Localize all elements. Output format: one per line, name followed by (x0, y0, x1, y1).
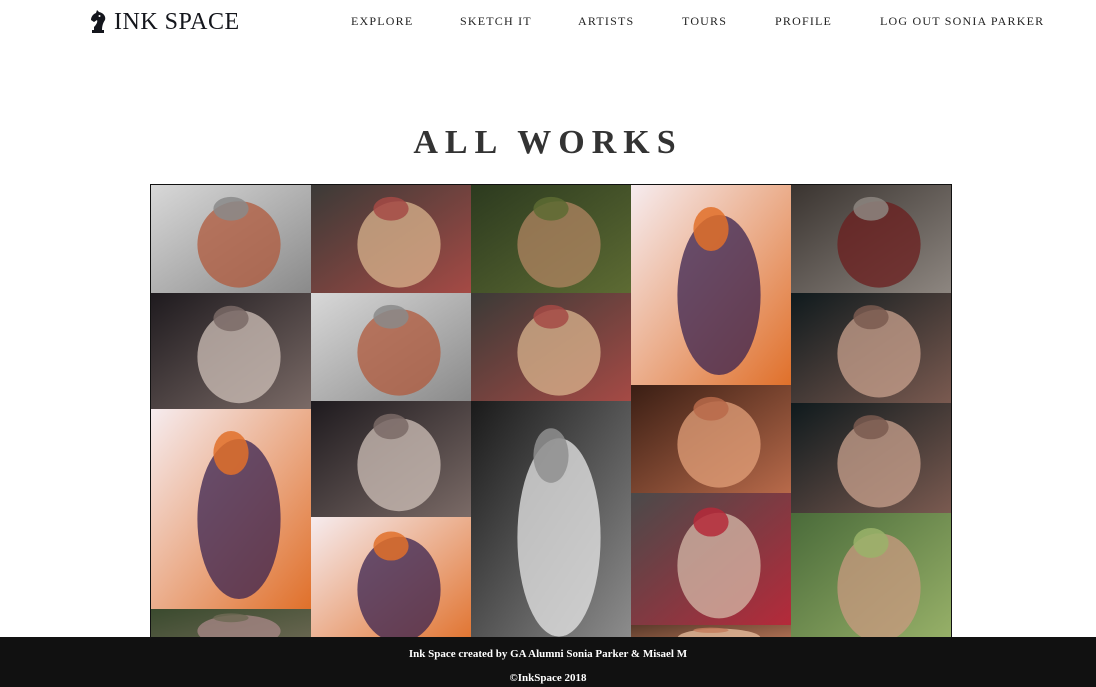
brand-logo-link[interactable]: INK SPACE (88, 8, 240, 36)
photo-image (791, 293, 951, 403)
photo-image (311, 293, 471, 401)
photo-image (631, 385, 791, 493)
photo-image (791, 403, 951, 513)
nav-tours[interactable]: TOURS (682, 14, 727, 29)
gallery-photo[interactable] (471, 293, 631, 401)
gallery-photo[interactable] (631, 493, 791, 625)
nav-logout[interactable]: LOG OUT SONIA PARKER (880, 14, 1044, 29)
photo-image (471, 185, 631, 293)
gallery-photo[interactable] (311, 517, 471, 643)
photo-image (791, 513, 951, 643)
photo-image (631, 493, 791, 625)
photo-image (151, 185, 311, 293)
gallery-photo[interactable] (791, 185, 951, 293)
page-title: ALL WORKS (413, 124, 683, 161)
photo-image (791, 185, 951, 293)
gallery-photo[interactable] (471, 401, 631, 643)
gallery-photo[interactable] (311, 293, 471, 401)
photo-image (151, 409, 311, 609)
chess-knight-icon (91, 10, 106, 33)
photo-image (311, 517, 471, 643)
photo-image (311, 401, 471, 517)
gallery-photo[interactable] (631, 185, 791, 385)
gallery-photo[interactable] (631, 385, 791, 493)
footer: Ink Space created by GA Alumni Sonia Par… (0, 637, 1096, 687)
gallery-photo[interactable] (791, 403, 951, 513)
photo-image (471, 401, 631, 643)
photo-gallery (150, 184, 952, 644)
gallery-photo[interactable] (791, 513, 951, 643)
footer-credit: Ink Space created by GA Alumni Sonia Par… (408, 648, 688, 660)
photo-image (631, 185, 791, 385)
nav-explore[interactable]: EXPLORE (351, 14, 413, 29)
gallery-photo[interactable] (311, 185, 471, 293)
gallery-photo[interactable] (151, 409, 311, 609)
gallery-photo[interactable] (151, 293, 311, 409)
brand-name: INK SPACE (114, 8, 240, 35)
gallery-photo[interactable] (311, 401, 471, 517)
nav-sketch-it[interactable]: SKETCH IT (460, 14, 532, 29)
photo-image (151, 293, 311, 409)
top-navbar: INK SPACE EXPLORE SKETCH IT ARTISTS TOUR… (0, 0, 1096, 44)
gallery-photo[interactable] (471, 185, 631, 293)
gallery-photo[interactable] (791, 293, 951, 403)
nav-profile[interactable]: PROFILE (775, 14, 832, 29)
photo-image (471, 293, 631, 401)
footer-copyright: ©InkSpace 2018 (509, 672, 587, 684)
photo-image (311, 185, 471, 293)
gallery-photo[interactable] (151, 185, 311, 293)
nav-artists[interactable]: ARTISTS (578, 14, 634, 29)
